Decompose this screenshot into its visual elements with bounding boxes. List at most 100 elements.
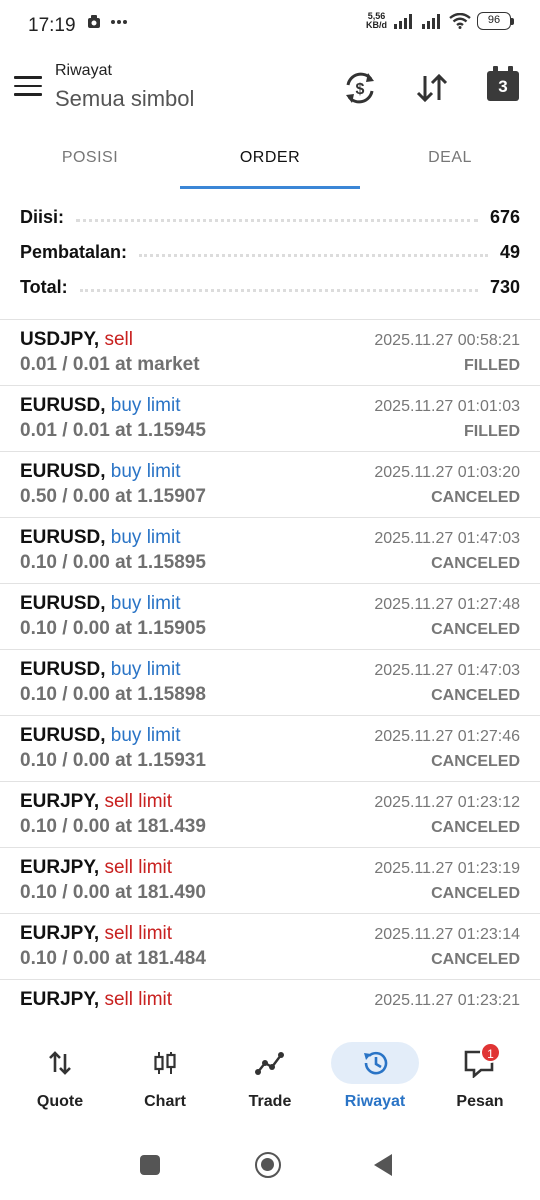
order-symbol: USDJPY,	[20, 329, 100, 350]
history-icon	[364, 1051, 388, 1075]
order-status: CANCELED	[431, 951, 520, 968]
order-type: buy limit	[110, 461, 181, 482]
order-volume-price: 0.10 / 0.00 at 1.15895	[20, 552, 206, 573]
calendar-icon[interactable]: 3	[487, 66, 519, 101]
order-status: FILLED	[464, 357, 520, 374]
order-row[interactable]: EURUSD, buy limit 0.10 / 0.00 at 1.15931…	[0, 716, 540, 782]
order-status: CANCELED	[431, 621, 520, 638]
tab-deal[interactable]: DEAL	[360, 130, 540, 190]
home-button[interactable]	[255, 1152, 281, 1178]
bottom-navigation: Quote Chart Trade Riwayat Pesan	[0, 1032, 540, 1124]
order-status: CANCELED	[431, 687, 520, 704]
page-title: Riwayat	[55, 62, 112, 79]
order-type: buy limit	[110, 593, 181, 614]
order-volume-price: 0.10 / 0.00 at 1.15905	[20, 618, 206, 639]
battery-icon: 96	[477, 12, 514, 30]
menu-icon[interactable]	[14, 76, 42, 98]
recent-apps-button[interactable]	[140, 1155, 160, 1175]
wifi-icon	[449, 13, 471, 29]
order-symbol: EURUSD,	[20, 593, 106, 614]
order-row[interactable]: EURUSD, buy limit 0.01 / 0.01 at 1.15945…	[0, 386, 540, 452]
order-row[interactable]: EURJPY, sell limit 2025.11.27 01:23:21	[0, 980, 540, 1032]
svg-text:$: $	[356, 81, 365, 98]
order-symbol: EURUSD,	[20, 461, 106, 482]
trade-line-icon	[255, 1052, 284, 1075]
nav-riwayat[interactable]: Riwayat	[321, 1032, 429, 1124]
order-time: 2025.11.27 01:27:46	[374, 728, 520, 745]
order-row[interactable]: EURUSD, buy limit 0.10 / 0.00 at 1.15895…	[0, 518, 540, 584]
order-row[interactable]: EURUSD, buy limit 0.10 / 0.00 at 1.15905…	[0, 584, 540, 650]
order-row[interactable]: EURUSD, buy limit 0.50 / 0.00 at 1.15907…	[0, 452, 540, 518]
more-dots-icon	[111, 20, 127, 24]
order-type: sell limit	[104, 989, 173, 1010]
order-volume-price: 0.50 / 0.00 at 1.15907	[20, 486, 206, 507]
filled-label: Diisi:	[20, 207, 65, 227]
summary-filled-row: Diisi: 676	[0, 200, 540, 235]
order-volume-price: 0.01 / 0.01 at market	[20, 354, 200, 375]
order-symbol: EURJPY,	[20, 857, 100, 878]
order-volume-price: 0.10 / 0.00 at 181.484	[20, 948, 206, 969]
nav-trade[interactable]: Trade	[216, 1032, 324, 1124]
nav-chart[interactable]: Chart	[111, 1032, 219, 1124]
order-row[interactable]: EURJPY, sell limit 0.10 / 0.00 at 181.48…	[0, 914, 540, 980]
order-volume-price: 0.10 / 0.00 at 1.15931	[20, 750, 206, 771]
summary-canceled-row: Pembatalan: 49	[0, 235, 540, 270]
order-volume-price: 0.10 / 0.00 at 181.439	[20, 816, 206, 837]
order-status: CANCELED	[431, 753, 520, 770]
tab-posisi[interactable]: POSISI	[0, 130, 180, 190]
network-speed: 5,56 KB/d	[366, 11, 387, 30]
order-time: 2025.11.27 01:27:48	[374, 596, 520, 613]
status-time: 17:19	[28, 15, 76, 36]
order-time: 2025.11.27 01:03:20	[374, 464, 520, 481]
order-volume-price: 0.10 / 0.00 at 1.15898	[20, 684, 206, 705]
order-row[interactable]: USDJPY, sell 0.01 / 0.01 at market 2025.…	[0, 320, 540, 386]
status-notification-icons	[86, 14, 128, 30]
history-tabs: POSISI ORDER DEAL	[0, 130, 540, 190]
order-type: sell limit	[104, 791, 173, 812]
order-time: 2025.11.27 01:23:21	[374, 992, 520, 1009]
order-type: buy limit	[110, 395, 181, 416]
order-status: CANCELED	[431, 819, 520, 836]
order-time: 2025.11.27 00:58:21	[374, 332, 520, 349]
canceled-value: 49	[499, 242, 520, 262]
total-label: Total:	[20, 277, 68, 297]
signal-icon	[394, 14, 412, 29]
orders-list[interactable]: USDJPY, sell 0.01 / 0.01 at market 2025.…	[0, 320, 540, 1032]
symbol-filter[interactable]: Semua simbol	[55, 86, 194, 112]
order-symbol: EURUSD,	[20, 725, 106, 746]
candlestick-icon	[154, 1052, 176, 1074]
order-type: sell limit	[104, 857, 173, 878]
order-symbol: EURUSD,	[20, 527, 106, 548]
order-symbol: EURUSD,	[20, 395, 106, 416]
order-type: buy limit	[110, 527, 181, 548]
summary-total-row: Total: 730	[0, 270, 540, 305]
order-volume-price: 0.01 / 0.01 at 1.15945	[20, 420, 206, 441]
order-row[interactable]: EURJPY, sell limit 0.10 / 0.00 at 181.43…	[0, 782, 540, 848]
order-symbol: EURUSD,	[20, 659, 106, 680]
order-row[interactable]: EURJPY, sell limit 0.10 / 0.00 at 181.49…	[0, 848, 540, 914]
tab-order[interactable]: ORDER	[180, 130, 360, 190]
total-value: 730	[489, 277, 520, 297]
order-time: 2025.11.27 01:47:03	[374, 530, 520, 547]
order-status: CANCELED	[431, 555, 520, 572]
quote-arrows-icon	[49, 1051, 71, 1075]
notification-app-icon	[88, 15, 100, 28]
currency-exchange-button[interactable]: $	[340, 68, 380, 108]
active-tab-indicator	[180, 186, 360, 189]
signal-icon-2	[422, 14, 440, 29]
order-volume-price: 0.10 / 0.00 at 181.490	[20, 882, 206, 903]
sort-button[interactable]	[412, 68, 452, 108]
order-type: buy limit	[110, 725, 181, 746]
back-button[interactable]	[374, 1154, 392, 1176]
canceled-label: Pembatalan:	[20, 242, 128, 262]
system-navigation-bar	[0, 1124, 540, 1200]
nav-pesan[interactable]: Pesan	[426, 1032, 534, 1124]
nav-quote[interactable]: Quote	[6, 1032, 114, 1124]
currency-exchange-icon: $	[346, 72, 374, 104]
order-time: 2025.11.27 01:01:03	[374, 398, 520, 415]
order-row[interactable]: EURUSD, buy limit 0.10 / 0.00 at 1.15898…	[0, 650, 540, 716]
filled-value: 676	[489, 207, 520, 227]
status-system-icons: 5,56 KB/d 96	[366, 12, 514, 30]
order-symbol: EURJPY,	[20, 923, 100, 944]
order-status: CANCELED	[431, 885, 520, 902]
